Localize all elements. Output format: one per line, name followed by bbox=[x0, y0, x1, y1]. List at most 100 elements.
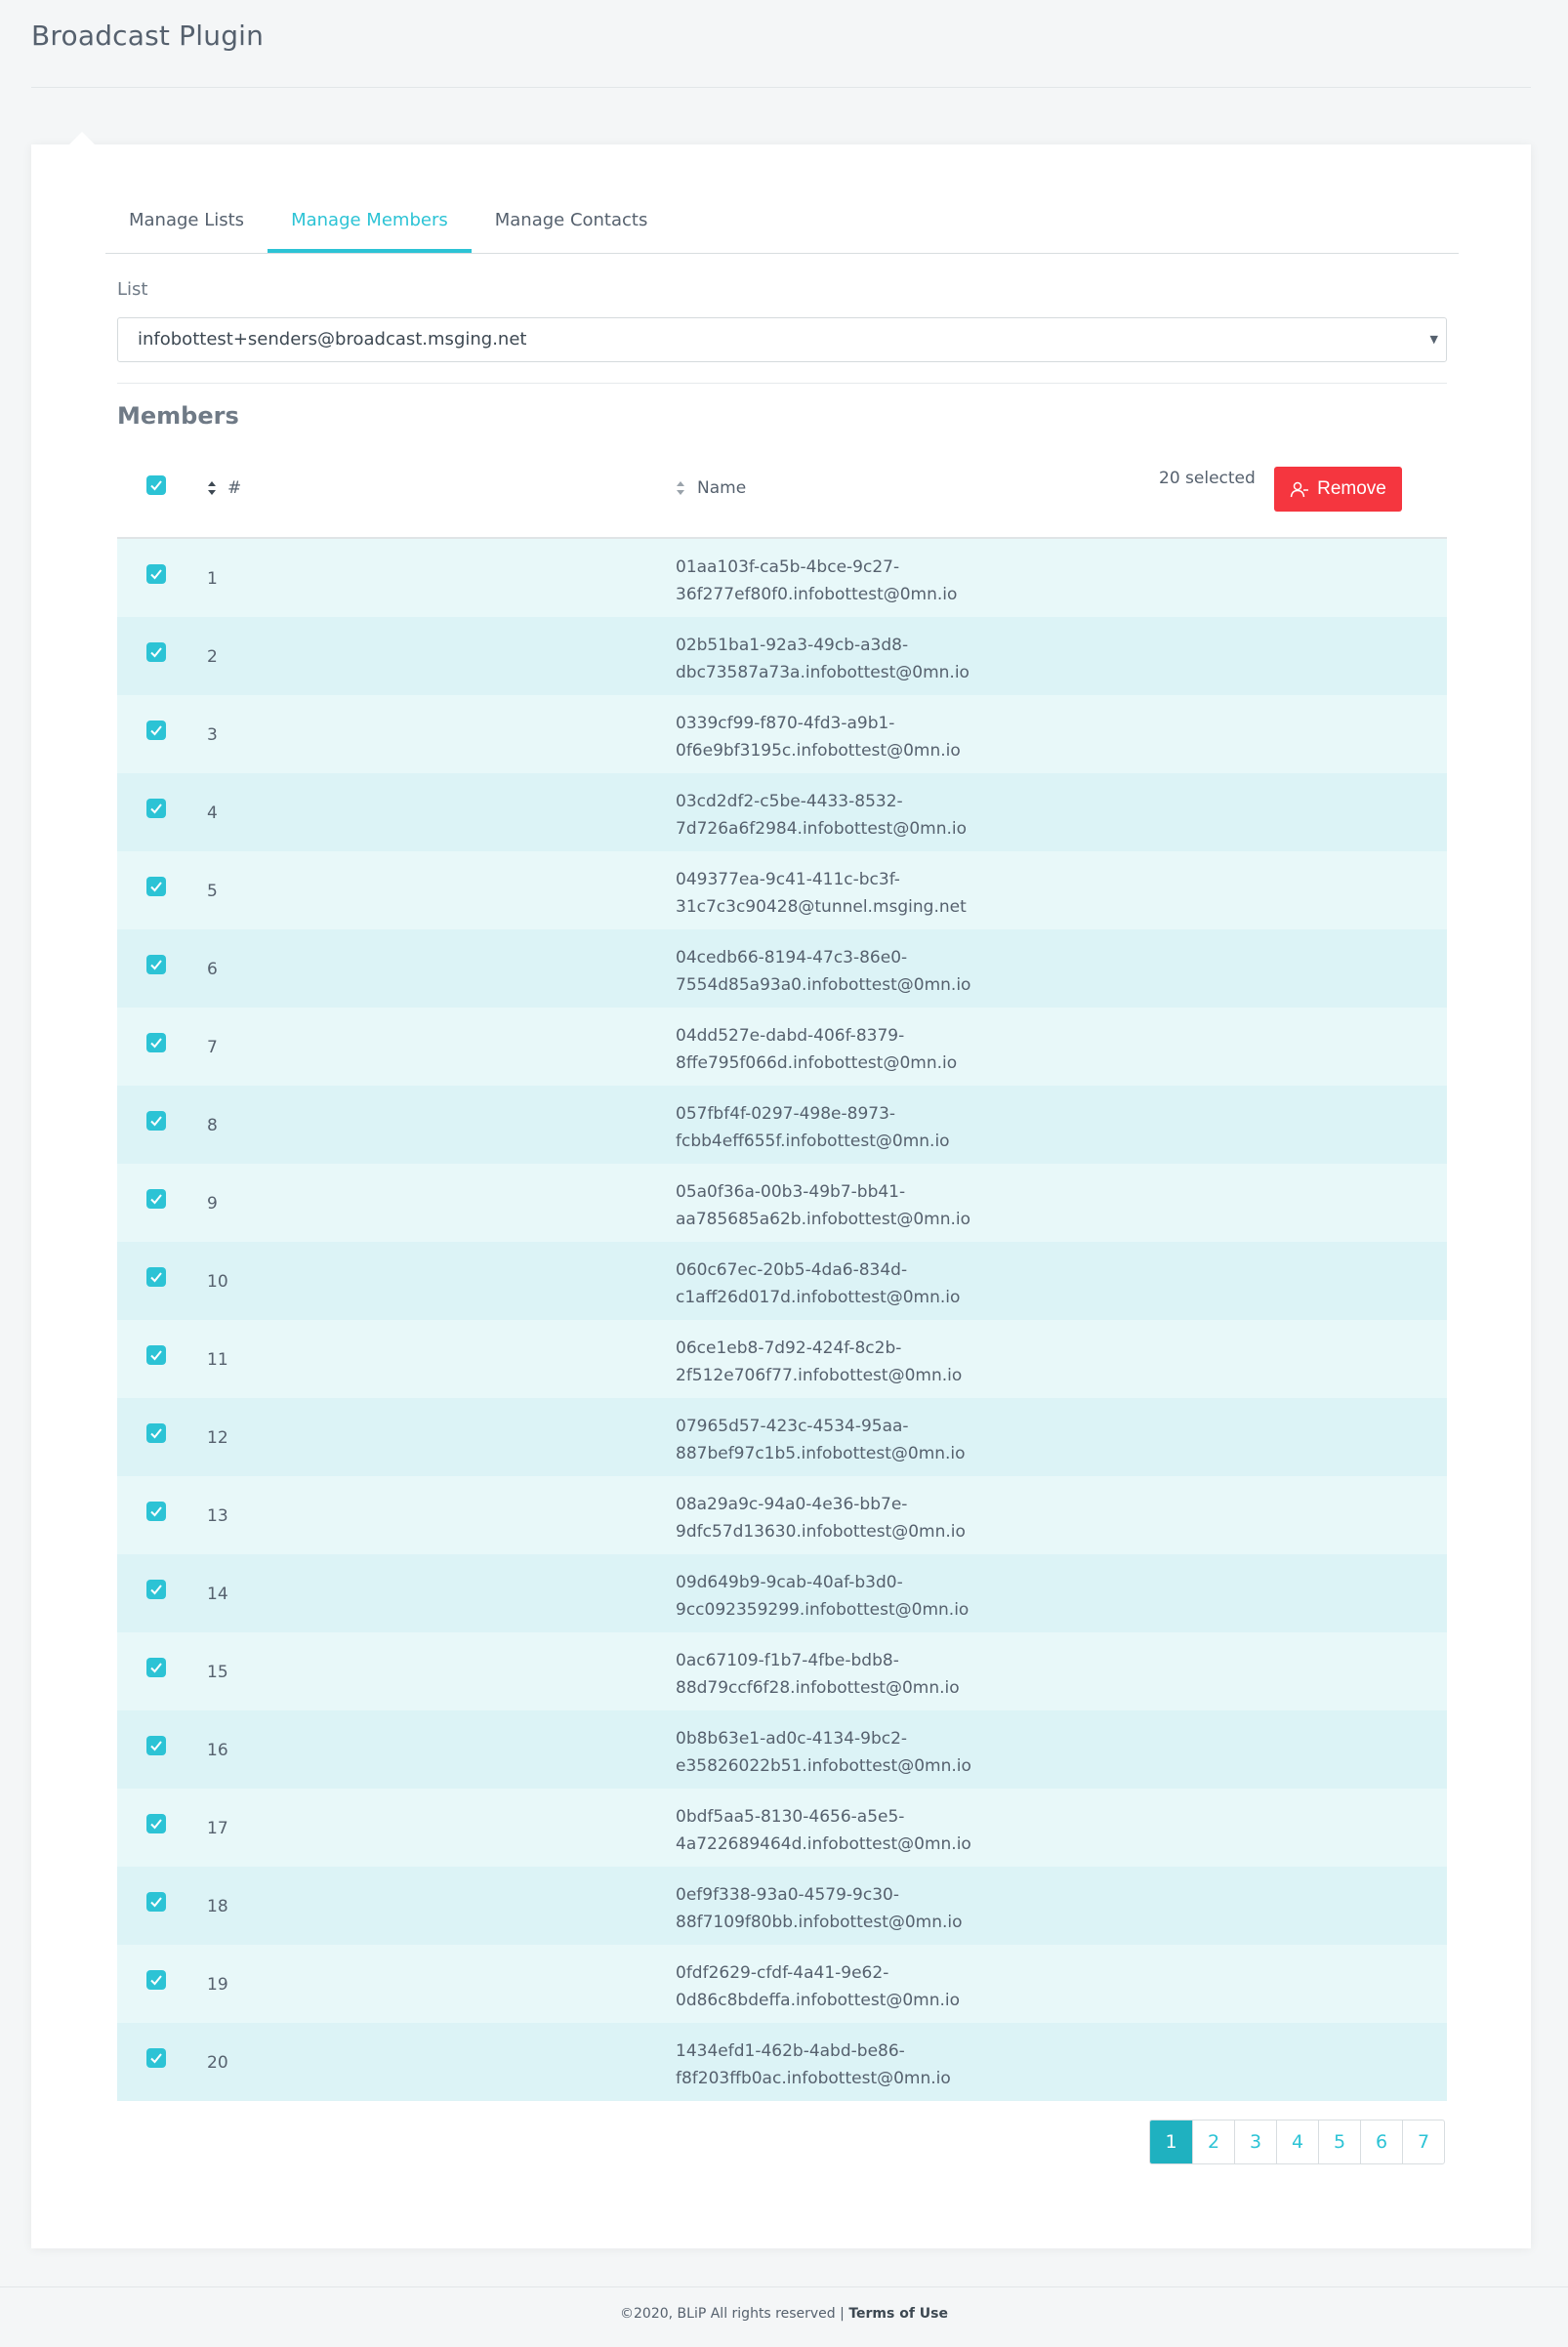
footer: ©2020, BLiP All rights reserved | Terms … bbox=[0, 2306, 1568, 2322]
table-row[interactable]: 19 0fdf2629-cfdf-4a41-9e62- 0d86c8bdeffa.i… bbox=[117, 1945, 1447, 2023]
pagination: 1234567 bbox=[1149, 2120, 1445, 2164]
row-checkbox[interactable] bbox=[146, 1814, 166, 1833]
row-number: 5 bbox=[207, 882, 218, 901]
row-name-line1: 08a29a9c-94a0-4e36-bb7e- bbox=[676, 1495, 908, 1514]
table-row[interactable]: 1 01aa103f-ca5b-4bce-9c27- 36f277ef80f0.in… bbox=[117, 539, 1447, 617]
select-all-checkbox[interactable] bbox=[146, 475, 166, 495]
row-checkbox[interactable] bbox=[146, 1892, 166, 1912]
terms-link[interactable]: Terms of Use bbox=[848, 2306, 948, 2322]
check-icon bbox=[150, 1585, 162, 1595]
row-number: 2 bbox=[207, 647, 218, 667]
table-row[interactable]: 4 03cd2df2-c5be-4433-8532- 7d726a6f2984.in… bbox=[117, 773, 1447, 851]
table-row[interactable]: 14 09d649b9-9cab-40af-b3d0- 9cc092359299.i… bbox=[117, 1554, 1447, 1632]
row-checkbox[interactable] bbox=[146, 1580, 166, 1599]
tab-manage-lists[interactable]: Manage Lists bbox=[105, 189, 268, 253]
page-button-2[interactable]: 2 bbox=[1192, 2121, 1234, 2163]
check-icon bbox=[150, 569, 162, 580]
row-name-line2: dbc73587a73a.infobottest@0mn.io bbox=[676, 663, 970, 682]
row-checkbox[interactable] bbox=[146, 1736, 166, 1755]
table-row[interactable]: 12 07965d57-423c-4534-95aa- 887bef97c1b5.i… bbox=[117, 1398, 1447, 1476]
page-button-6[interactable]: 6 bbox=[1360, 2121, 1402, 2163]
row-checkbox[interactable] bbox=[146, 799, 166, 818]
row-name-line2: 88d79ccf6f28.infobottest@0mn.io bbox=[676, 1678, 960, 1698]
check-icon bbox=[150, 1897, 162, 1908]
row-name-line1: 04cedb66-8194-47c3-86e0- bbox=[676, 948, 908, 968]
row-checkbox[interactable] bbox=[146, 642, 166, 662]
table-row[interactable]: 20 1434efd1-462b-4abd-be86- f8f203ffb0ac.i… bbox=[117, 2023, 1447, 2101]
row-number: 10 bbox=[207, 1272, 228, 1292]
row-checkbox[interactable] bbox=[146, 721, 166, 740]
row-number: 16 bbox=[207, 1741, 228, 1760]
check-icon bbox=[150, 647, 162, 658]
row-checkbox[interactable] bbox=[146, 2048, 166, 2068]
sort-icon[interactable] bbox=[207, 480, 217, 496]
row-checkbox[interactable] bbox=[146, 564, 166, 584]
row-name-line1: 0339cf99-f870-4fd3-a9b1- bbox=[676, 714, 895, 733]
page-button-1[interactable]: 1 bbox=[1150, 2121, 1192, 2163]
row-number: 17 bbox=[207, 1819, 228, 1838]
remove-button[interactable]: Remove bbox=[1274, 467, 1402, 512]
table-row[interactable]: 18 0ef9f338-93a0-4579-9c30- 88f7109f80bb.i… bbox=[117, 1867, 1447, 1945]
row-checkbox[interactable] bbox=[146, 1970, 166, 1990]
check-icon bbox=[150, 1194, 162, 1205]
table-row[interactable]: 6 04cedb66-8194-47c3-86e0- 7554d85a93a0.in… bbox=[117, 929, 1447, 1008]
row-checkbox[interactable] bbox=[146, 1502, 166, 1521]
column-header-name[interactable]: Name bbox=[697, 478, 746, 498]
table-row[interactable]: 13 08a29a9c-94a0-4e36-bb7e- 9dfc57d13630.i… bbox=[117, 1476, 1447, 1554]
table-row[interactable]: 10 060c67ec-20b5-4da6-834d-c1aff26d017d.i… bbox=[117, 1242, 1447, 1320]
table-row[interactable]: 8 057fbf4f-0297-498e-8973- fcbb4eff655f.in… bbox=[117, 1086, 1447, 1164]
row-name-line1: 09d649b9-9cab-40af-b3d0- bbox=[676, 1573, 903, 1592]
page-button-5[interactable]: 5 bbox=[1318, 2121, 1360, 2163]
row-name-line2: 7d726a6f2984.infobottest@0mn.io bbox=[676, 819, 968, 839]
page-button-3[interactable]: 3 bbox=[1234, 2121, 1276, 2163]
row-checkbox[interactable] bbox=[146, 1658, 166, 1677]
row-checkbox[interactable] bbox=[146, 877, 166, 896]
row-checkbox[interactable] bbox=[146, 955, 166, 974]
list-select[interactable]: infobottest+senders@broadcast.msging.net… bbox=[117, 317, 1447, 362]
row-name: 06ce1eb8-7d92-424f-8c2b- 2f512e706f77.inf… bbox=[676, 1335, 1047, 1389]
row-name: 05a0f36a-00b3-49b7-bb41- aa785685a62b.inf… bbox=[676, 1178, 1047, 1233]
table-row[interactable]: 2 02b51ba1-92a3-49cb-a3d8- dbc73587a73a.in… bbox=[117, 617, 1447, 695]
tab-manage-contacts[interactable]: Manage Contacts bbox=[472, 189, 672, 253]
table-row[interactable]: 5 049377ea-9c41-411c-bc3f- 31c7c3c90428@tu… bbox=[117, 851, 1447, 929]
footer-divider bbox=[0, 2286, 1568, 2287]
tab-manage-members[interactable]: Manage Members bbox=[268, 189, 472, 253]
check-icon bbox=[150, 1975, 162, 1986]
tab-bar: Manage Lists Manage Members Manage Conta… bbox=[105, 189, 1459, 254]
row-name-line1: 057fbf4f-0297-498e-8973- bbox=[676, 1104, 896, 1124]
table-row[interactable]: 3 0339cf99-f870-4fd3-a9b1- 0f6e9bf3195c.in… bbox=[117, 695, 1447, 773]
check-icon bbox=[150, 1663, 162, 1673]
check-icon bbox=[150, 960, 162, 970]
table-row[interactable]: 17 0bdf5aa5-8130-4656-a5e5- 4a722689464d.i… bbox=[117, 1789, 1447, 1867]
row-name-line1: 1434efd1-462b-4abd-be86- bbox=[676, 2041, 905, 2061]
row-name-line2: 4a722689464d.infobottest@0mn.io bbox=[676, 1834, 971, 1854]
row-number: 20 bbox=[207, 2053, 228, 2073]
column-header-number[interactable]: # bbox=[227, 478, 241, 498]
row-name-line1: 0fdf2629-cfdf-4a41-9e62- bbox=[676, 1963, 889, 1983]
row-name-line2: 88f7109f80bb.infobottest@0mn.io bbox=[676, 1913, 963, 1932]
row-number: 3 bbox=[207, 725, 218, 745]
row-name: 0ef9f338-93a0-4579-9c30- 88f7109f80bb.inf… bbox=[676, 1881, 1047, 1936]
row-name: 057fbf4f-0297-498e-8973- fcbb4eff655f.inf… bbox=[676, 1100, 1047, 1155]
row-checkbox[interactable] bbox=[146, 1111, 166, 1131]
row-checkbox[interactable] bbox=[146, 1267, 166, 1287]
table-row[interactable]: 7 04dd527e-dabd-406f-8379- 8ffe795f066d.in… bbox=[117, 1008, 1447, 1086]
page-button-7[interactable]: 7 bbox=[1402, 2121, 1444, 2163]
row-checkbox[interactable] bbox=[146, 1033, 166, 1052]
caret-down-icon: ▼ bbox=[1429, 333, 1438, 346]
table-row[interactable]: 9 05a0f36a-00b3-49b7-bb41- aa785685a62b.in… bbox=[117, 1164, 1447, 1242]
sort-icon[interactable] bbox=[676, 480, 685, 496]
row-checkbox[interactable] bbox=[146, 1189, 166, 1209]
row-checkbox[interactable] bbox=[146, 1423, 166, 1443]
row-number: 9 bbox=[207, 1194, 218, 1214]
row-checkbox[interactable] bbox=[146, 1345, 166, 1365]
table-row[interactable]: 11 06ce1eb8-7d92-424f-8c2b- 2f512e706f77.i… bbox=[117, 1320, 1447, 1398]
row-name-line1: 0b8b63e1-ad0c-4134-9bc2- bbox=[676, 1729, 908, 1749]
row-name-line1: 0bdf5aa5-8130-4656-a5e5- bbox=[676, 1807, 905, 1827]
row-name-line1: 06ce1eb8-7d92-424f-8c2b- bbox=[676, 1338, 902, 1358]
page-button-4[interactable]: 4 bbox=[1276, 2121, 1318, 2163]
table-row[interactable]: 16 0b8b63e1-ad0c-4134-9bc2- e35826022b51.i… bbox=[117, 1710, 1447, 1789]
row-name-line1: 04dd527e-dabd-406f-8379- bbox=[676, 1026, 905, 1046]
row-name: 0ac67109-f1b7-4fbe-bdb8- 88d79ccf6f28.inf… bbox=[676, 1647, 1047, 1702]
table-row[interactable]: 15 0ac67109-f1b7-4fbe-bdb8- 88d79ccf6f28.i… bbox=[117, 1632, 1447, 1710]
